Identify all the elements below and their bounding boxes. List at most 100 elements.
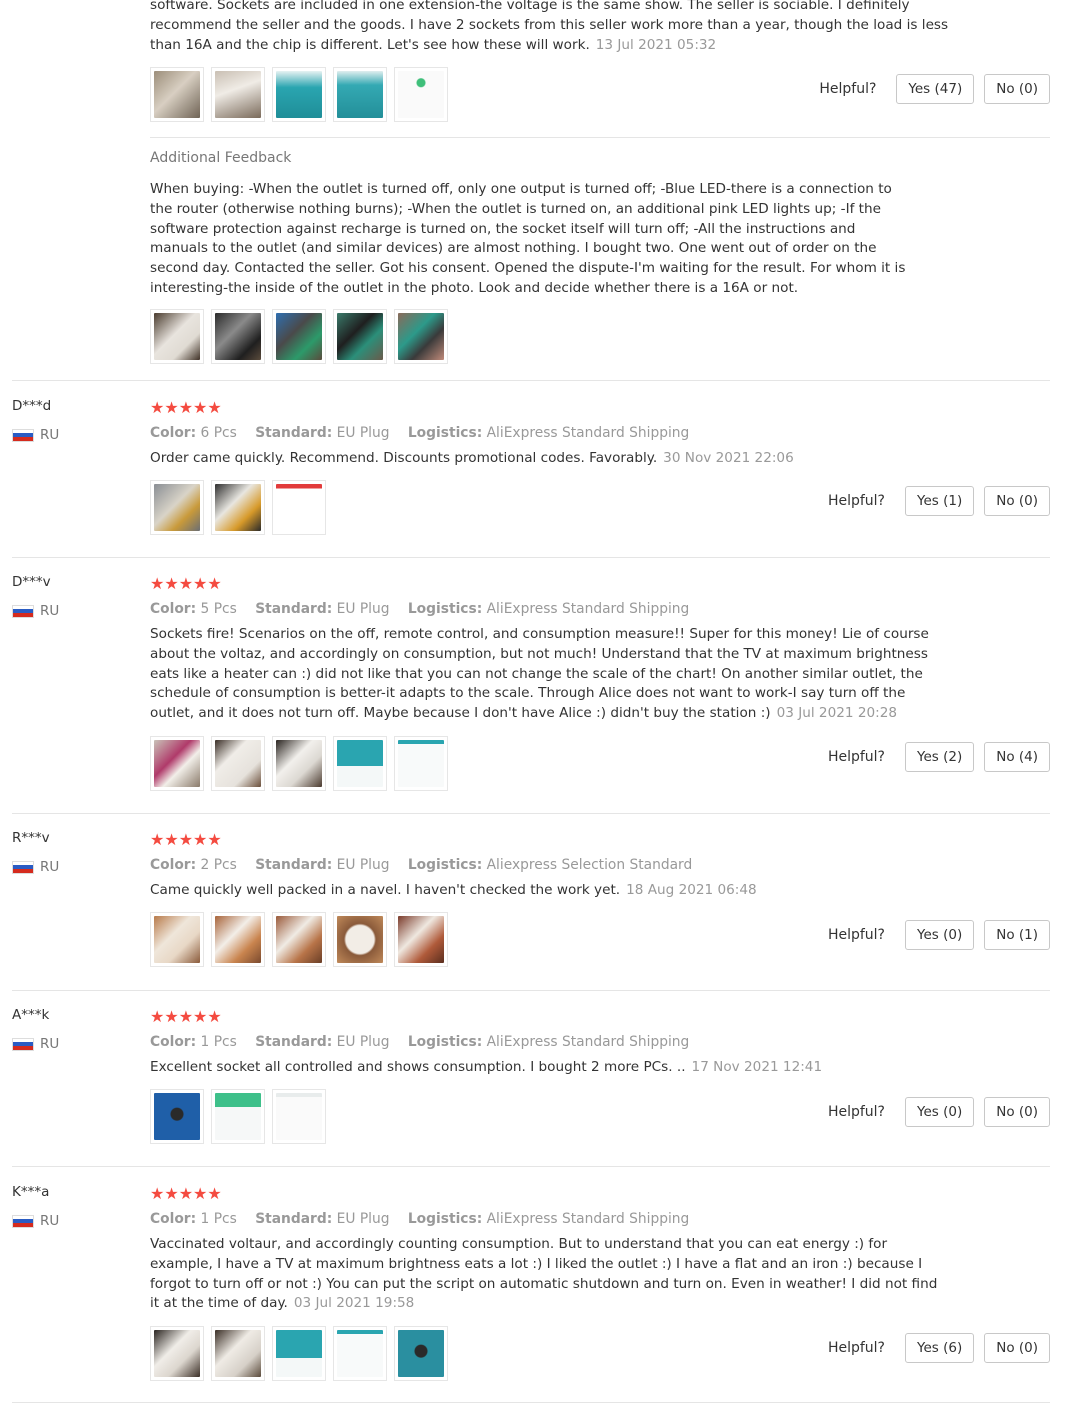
helpful-section: Helpful? Yes (6) No (0): [828, 1333, 1050, 1363]
review-photo[interactable]: [150, 736, 204, 791]
review-date: 30 Nov 2021 22:06: [663, 450, 794, 466]
review-photo[interactable]: [150, 67, 204, 122]
review-photo[interactable]: [333, 67, 387, 122]
country-code: RU: [40, 1213, 60, 1229]
review-photo[interactable]: [272, 67, 326, 122]
order-info: Color: 2 Pcs Standard: EU Plug Logistics…: [150, 857, 1050, 873]
review-photo[interactable]: [333, 309, 387, 364]
review-photo[interactable]: [150, 480, 204, 535]
logistics-key: Logistics:: [407, 857, 483, 873]
review-photo[interactable]: [211, 736, 265, 791]
photo-strip: [150, 736, 448, 791]
review-photo[interactable]: [211, 480, 265, 535]
helpful-yes-button[interactable]: Yes (47): [896, 74, 975, 104]
review-photo[interactable]: [333, 912, 387, 967]
helpful-no-button[interactable]: No (0): [984, 486, 1050, 516]
helpful-yes-button[interactable]: Yes (2): [905, 742, 975, 772]
color-key: Color:: [150, 1211, 197, 1227]
photo-strip: [150, 912, 448, 967]
review-photo[interactable]: [272, 912, 326, 967]
review-photo[interactable]: [394, 309, 448, 364]
divider: [12, 380, 1050, 381]
color-value: 2 Pcs: [200, 857, 237, 873]
review-photo[interactable]: [394, 736, 448, 791]
helpful-label: Helpful?: [827, 493, 885, 509]
review-photo[interactable]: [394, 67, 448, 122]
helpful-label: Helpful?: [827, 1104, 885, 1120]
additional-feedback-text: When buying: -When the outlet is turned …: [150, 181, 906, 296]
helpful-no-button[interactable]: No (1): [984, 920, 1050, 950]
helpful-no-button[interactable]: No (0): [984, 74, 1050, 104]
review-photo[interactable]: [272, 480, 326, 535]
helpful-yes-button[interactable]: Yes (1): [905, 486, 975, 516]
review-photo[interactable]: [211, 309, 265, 364]
review-date: 18 Aug 2021 06:48: [626, 882, 757, 898]
review-text-content: Order came quickly. Recommend. Discounts…: [150, 450, 658, 466]
review-photo[interactable]: [150, 1326, 204, 1381]
helpful-section: Helpful? Yes (1) No (0): [828, 486, 1050, 516]
review-body: ★★★★★ Color: 1 Pcs Standard: EU Plug Log…: [150, 1184, 1050, 1381]
photo-strip: [150, 1089, 326, 1144]
color-key: Color:: [150, 601, 197, 617]
reviewer-name: R***v: [12, 830, 50, 846]
review-photo[interactable]: [272, 736, 326, 791]
reviewer-country: RU: [12, 1036, 59, 1052]
photo-strip: [150, 1326, 448, 1381]
order-info: Color: 5 Pcs Standard: EU Plug Logistics…: [150, 601, 1050, 617]
helpful-no-button[interactable]: No (4): [984, 742, 1050, 772]
review-photo[interactable]: [272, 1089, 326, 1144]
helpful-label: Helpful?: [827, 749, 885, 765]
standard-value: EU Plug: [336, 601, 390, 617]
logistics-key: Logistics:: [407, 425, 483, 441]
russia-flag-icon: [12, 860, 34, 874]
review-photo[interactable]: [394, 912, 448, 967]
divider: [12, 1166, 1050, 1167]
helpful-no-button[interactable]: No (0): [984, 1333, 1050, 1363]
review-photo[interactable]: [150, 309, 204, 364]
review-photo[interactable]: [333, 736, 387, 791]
review-photo[interactable]: [272, 309, 326, 364]
standard-value: EU Plug: [336, 1034, 390, 1050]
order-info: Color: 1 Pcs Standard: EU Plug Logistics…: [150, 1034, 1050, 1050]
review-date: 13 Jul 2021 05:32: [595, 36, 717, 53]
russia-flag-icon: [12, 604, 34, 618]
reviewer-country: RU: [12, 859, 59, 875]
review-photo[interactable]: [211, 1326, 265, 1381]
russia-flag-icon: [12, 428, 34, 442]
divider: [150, 137, 1050, 138]
logistics-key: Logistics:: [407, 1034, 483, 1050]
reviewer-info: A***k RU: [12, 1007, 59, 1052]
logistics-value: AliExpress Standard Shipping: [486, 601, 690, 617]
star-rating: ★★★★★: [150, 574, 222, 593]
country-code: RU: [40, 603, 60, 619]
star-rating: ★★★★★: [150, 398, 222, 417]
standard-key: Standard:: [255, 857, 333, 873]
review-photo[interactable]: [333, 1326, 387, 1381]
helpful-yes-button[interactable]: Yes (6): [905, 1333, 975, 1363]
reviewer-country: RU: [12, 427, 59, 443]
color-key: Color:: [150, 425, 197, 441]
logistics-key: Logistics:: [407, 1211, 483, 1227]
review-text-content: Came quickly well packed in a navel. I h…: [150, 882, 621, 898]
review-photo[interactable]: [211, 67, 265, 122]
review-photo[interactable]: [394, 1326, 448, 1381]
review-photo[interactable]: [150, 912, 204, 967]
color-value: 6 Pcs: [200, 425, 237, 441]
review-photo[interactable]: [150, 1089, 204, 1144]
reviewer-name: A***k: [12, 1007, 50, 1023]
photo-strip: [150, 309, 448, 364]
logistics-value: AliExpress Standard Shipping: [486, 425, 690, 441]
helpful-yes-button[interactable]: Yes (0): [905, 920, 975, 950]
review-photo[interactable]: [211, 1089, 265, 1144]
helpful-no-button[interactable]: No (0): [984, 1097, 1050, 1127]
review-date: 03 Jul 2021 19:58: [293, 1295, 415, 1312]
review-photo[interactable]: [211, 912, 265, 967]
divider: [12, 557, 1050, 558]
reviewer-info: D***d RU: [12, 398, 59, 443]
review-text: Order came quickly. Recommend. Discounts…: [150, 449, 950, 469]
photo-strip: [150, 480, 326, 535]
star-rating: ★★★★★: [150, 1007, 222, 1026]
color-value: 1 Pcs: [200, 1034, 237, 1050]
review-photo[interactable]: [272, 1326, 326, 1381]
helpful-yes-button[interactable]: Yes (0): [905, 1097, 975, 1127]
